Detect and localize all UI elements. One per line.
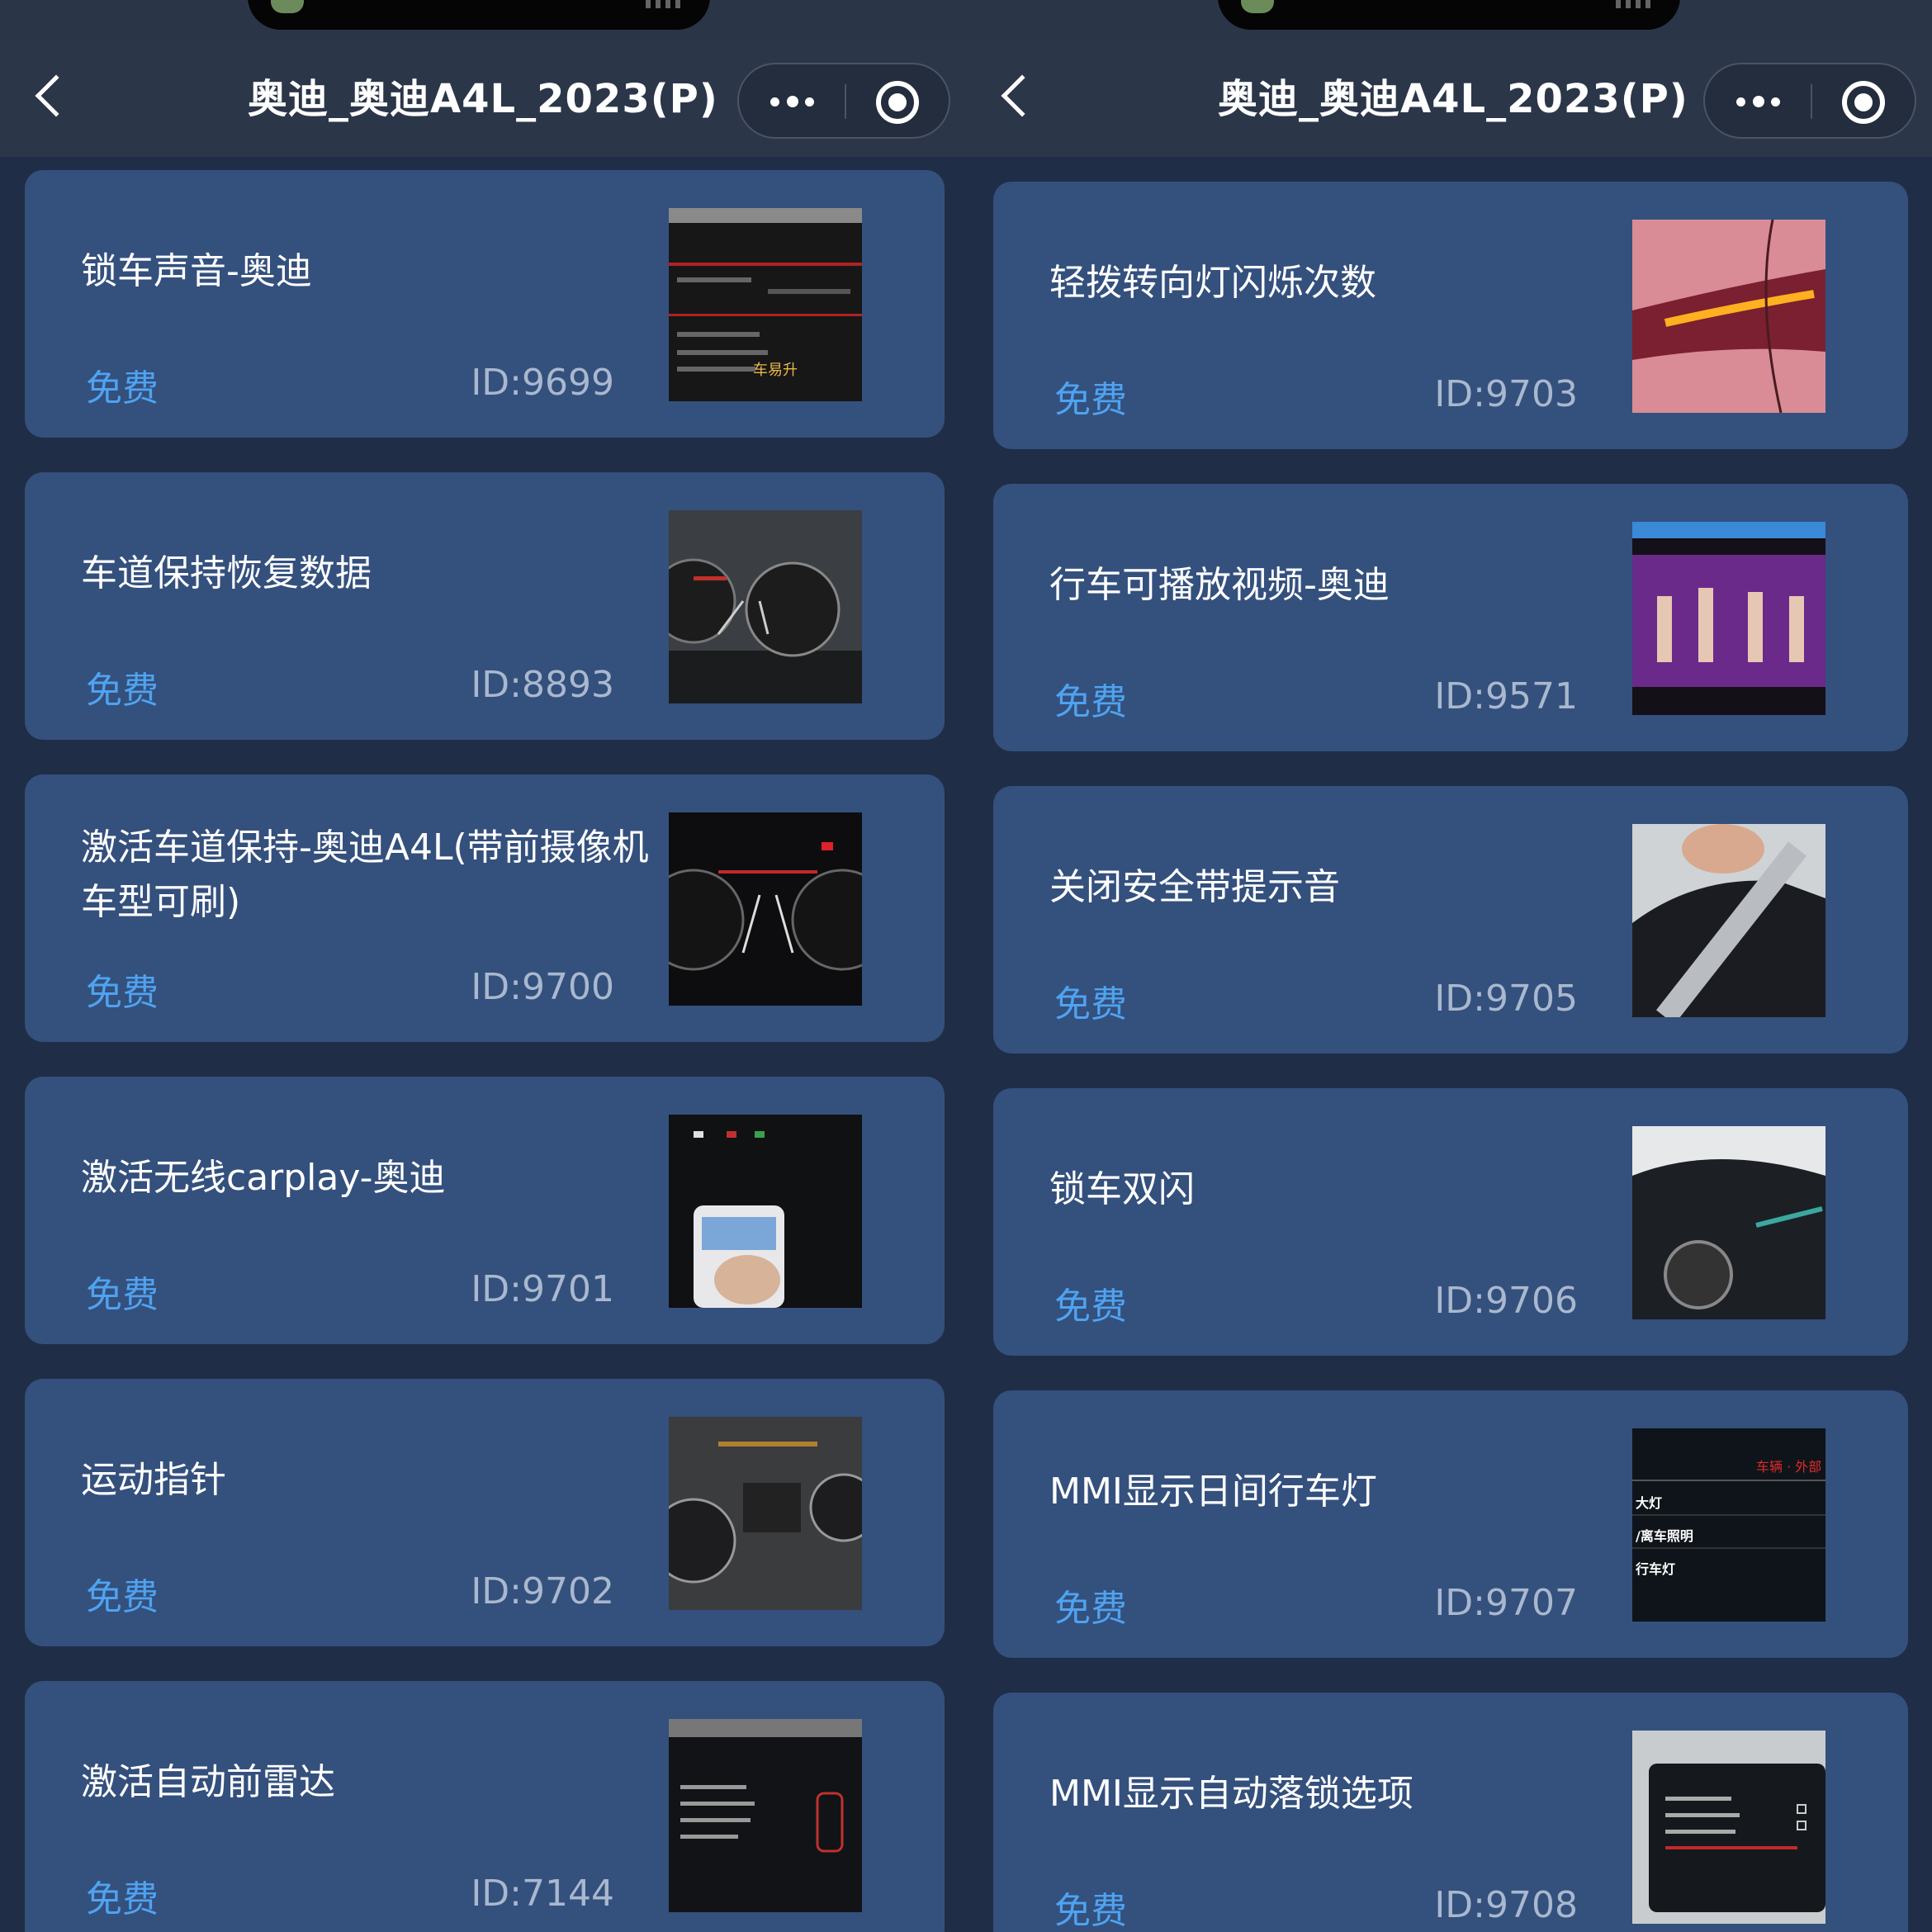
svg-text:/离车照明: /离车照明 — [1636, 1528, 1693, 1544]
item-price: 免费 — [86, 1878, 159, 1920]
list-item[interactable]: MMI显示自动落锁选项 免费 ID:9708 — [993, 1693, 1908, 1932]
item-price: 免费 — [1054, 681, 1127, 723]
back-arrow-icon[interactable] — [35, 74, 78, 117]
item-thumbnail — [669, 1115, 862, 1308]
list-item[interactable]: 行车可播放视频-奥迪 免费 ID:9571 — [993, 484, 1908, 751]
list-item[interactable]: 关闭安全带提示音 免费 ID:9705 — [993, 786, 1908, 1054]
item-title: 关闭安全带提示音 — [1049, 866, 1340, 908]
item-id: ID:9703 — [1434, 373, 1578, 415]
item-price: 免费 — [86, 670, 159, 712]
app-activity-icon — [271, 0, 304, 13]
item-thumbnail — [1632, 522, 1825, 715]
list-item[interactable]: 激活自动前雷达 免费 ID:7144 — [25, 1681, 945, 1932]
item-id: ID:9705 — [1434, 978, 1578, 1020]
item-thumbnail — [1632, 824, 1825, 1017]
item-thumbnail — [1632, 1731, 1825, 1924]
item-price: 免费 — [86, 1576, 159, 1618]
item-price: 免费 — [1054, 1890, 1127, 1932]
item-id: ID:9701 — [471, 1268, 614, 1310]
list-item[interactable]: 车道保持恢复数据 免费 ID:8893 — [25, 472, 945, 740]
nav-bar: 奥迪_奥迪A4L_2023(P) — [966, 41, 1932, 157]
status-bar — [966, 0, 1932, 41]
back-arrow-icon[interactable] — [1001, 74, 1044, 117]
right-screen: 奥迪_奥迪A4L_2023(P) 轻拨转向灯闪烁次数 免费 ID:9703 行车… — [966, 0, 1932, 1932]
item-title: MMI显示自动落锁选项 — [1049, 1773, 1413, 1815]
item-id: ID:9571 — [1434, 675, 1578, 717]
more-options-icon[interactable] — [770, 94, 818, 109]
item-id: ID:9706 — [1434, 1280, 1578, 1322]
item-price: 免费 — [86, 972, 159, 1014]
item-title: 轻拨转向灯闪烁次数 — [1049, 262, 1376, 304]
item-thumbnail: 车易升 — [669, 208, 862, 401]
item-title: 激活无线carplay-奥迪 — [81, 1157, 446, 1199]
item-price: 免费 — [1054, 379, 1127, 421]
close-miniprogram-icon[interactable] — [1842, 81, 1885, 124]
page-title: 奥迪_奥迪A4L_2023(P) — [248, 76, 718, 122]
item-title: 运动指针 — [81, 1459, 226, 1501]
more-options-icon[interactable] — [1736, 94, 1784, 109]
item-id: ID:7144 — [471, 1873, 614, 1915]
item-price: 免费 — [1054, 983, 1127, 1025]
item-thumbnail — [669, 1719, 862, 1912]
item-id: ID:9702 — [471, 1570, 614, 1612]
item-id: ID:9699 — [471, 362, 614, 404]
item-thumbnail — [1632, 220, 1825, 413]
item-title: 锁车双闪 — [1049, 1168, 1195, 1210]
item-thumbnail — [669, 812, 862, 1006]
miniprogram-capsule — [1703, 63, 1916, 139]
list-item[interactable]: 激活无线carplay-奥迪 免费 ID:9701 — [25, 1077, 945, 1344]
svg-text:行车灯: 行车灯 — [1635, 1561, 1675, 1577]
item-thumbnail — [669, 510, 862, 703]
capsule-divider — [1811, 84, 1812, 119]
item-price: 免费 — [1054, 1286, 1127, 1328]
list-item[interactable]: 锁车声音-奥迪 免费 ID:9699 车易升 — [25, 170, 945, 438]
left-screen: 奥迪_奥迪A4L_2023(P) 锁车声音-奥迪 免费 ID:9699 车易升 … — [0, 0, 966, 1932]
thumb-watermark: 车易升 — [753, 362, 798, 379]
dynamic-island — [248, 0, 710, 30]
list-item[interactable]: 锁车双闪 免费 ID:9706 — [993, 1088, 1908, 1356]
item-title: 锁车声音-奥迪 — [81, 250, 312, 292]
list-item[interactable]: MMI显示日间行车灯 免费 ID:9707 车辆 · 外部 大灯 /离车照明 行… — [993, 1390, 1908, 1658]
list-item[interactable]: 轻拨转向灯闪烁次数 免费 ID:9703 — [993, 182, 1908, 449]
page-title: 奥迪_奥迪A4L_2023(P) — [1218, 76, 1688, 122]
dynamic-island — [1218, 0, 1680, 30]
item-price: 免费 — [86, 367, 159, 410]
item-thumbnail — [1632, 1126, 1825, 1319]
item-thumbnail: 车辆 · 外部 大灯 /离车照明 行车灯 — [1632, 1428, 1825, 1622]
miniprogram-capsule — [737, 63, 950, 139]
audio-bars-icon — [1616, 0, 1655, 8]
list-item[interactable]: 激活车道保持-奥迪A4L(带前摄像机车型可刷) 免费 ID:9700 — [25, 774, 945, 1042]
close-miniprogram-icon[interactable] — [876, 81, 919, 124]
nav-bar: 奥迪_奥迪A4L_2023(P) — [0, 41, 966, 157]
item-price: 免费 — [1054, 1588, 1127, 1630]
item-id: ID:9708 — [1434, 1884, 1578, 1926]
item-title: MMI显示日间行车灯 — [1049, 1470, 1377, 1513]
app-activity-icon — [1241, 0, 1274, 13]
item-id: ID:8893 — [471, 664, 614, 706]
svg-text:大灯: 大灯 — [1636, 1495, 1662, 1511]
list-item[interactable]: 运动指针 免费 ID:9702 — [25, 1379, 945, 1646]
item-title: 激活自动前雷达 — [81, 1761, 335, 1803]
capsule-divider — [845, 84, 846, 119]
item-title: 车道保持恢复数据 — [81, 552, 372, 594]
item-price: 免费 — [86, 1274, 159, 1316]
item-thumbnail — [669, 1417, 862, 1610]
item-title: 激活车道保持-奥迪A4L(带前摄像机车型可刷) — [81, 826, 649, 923]
item-id: ID:9700 — [471, 966, 614, 1008]
audio-bars-icon — [646, 0, 685, 8]
svg-text:车辆 · 外部: 车辆 · 外部 — [1756, 1459, 1821, 1475]
status-bar — [0, 0, 966, 41]
item-title: 行车可播放视频-奥迪 — [1049, 564, 1390, 606]
item-id: ID:9707 — [1434, 1582, 1578, 1624]
